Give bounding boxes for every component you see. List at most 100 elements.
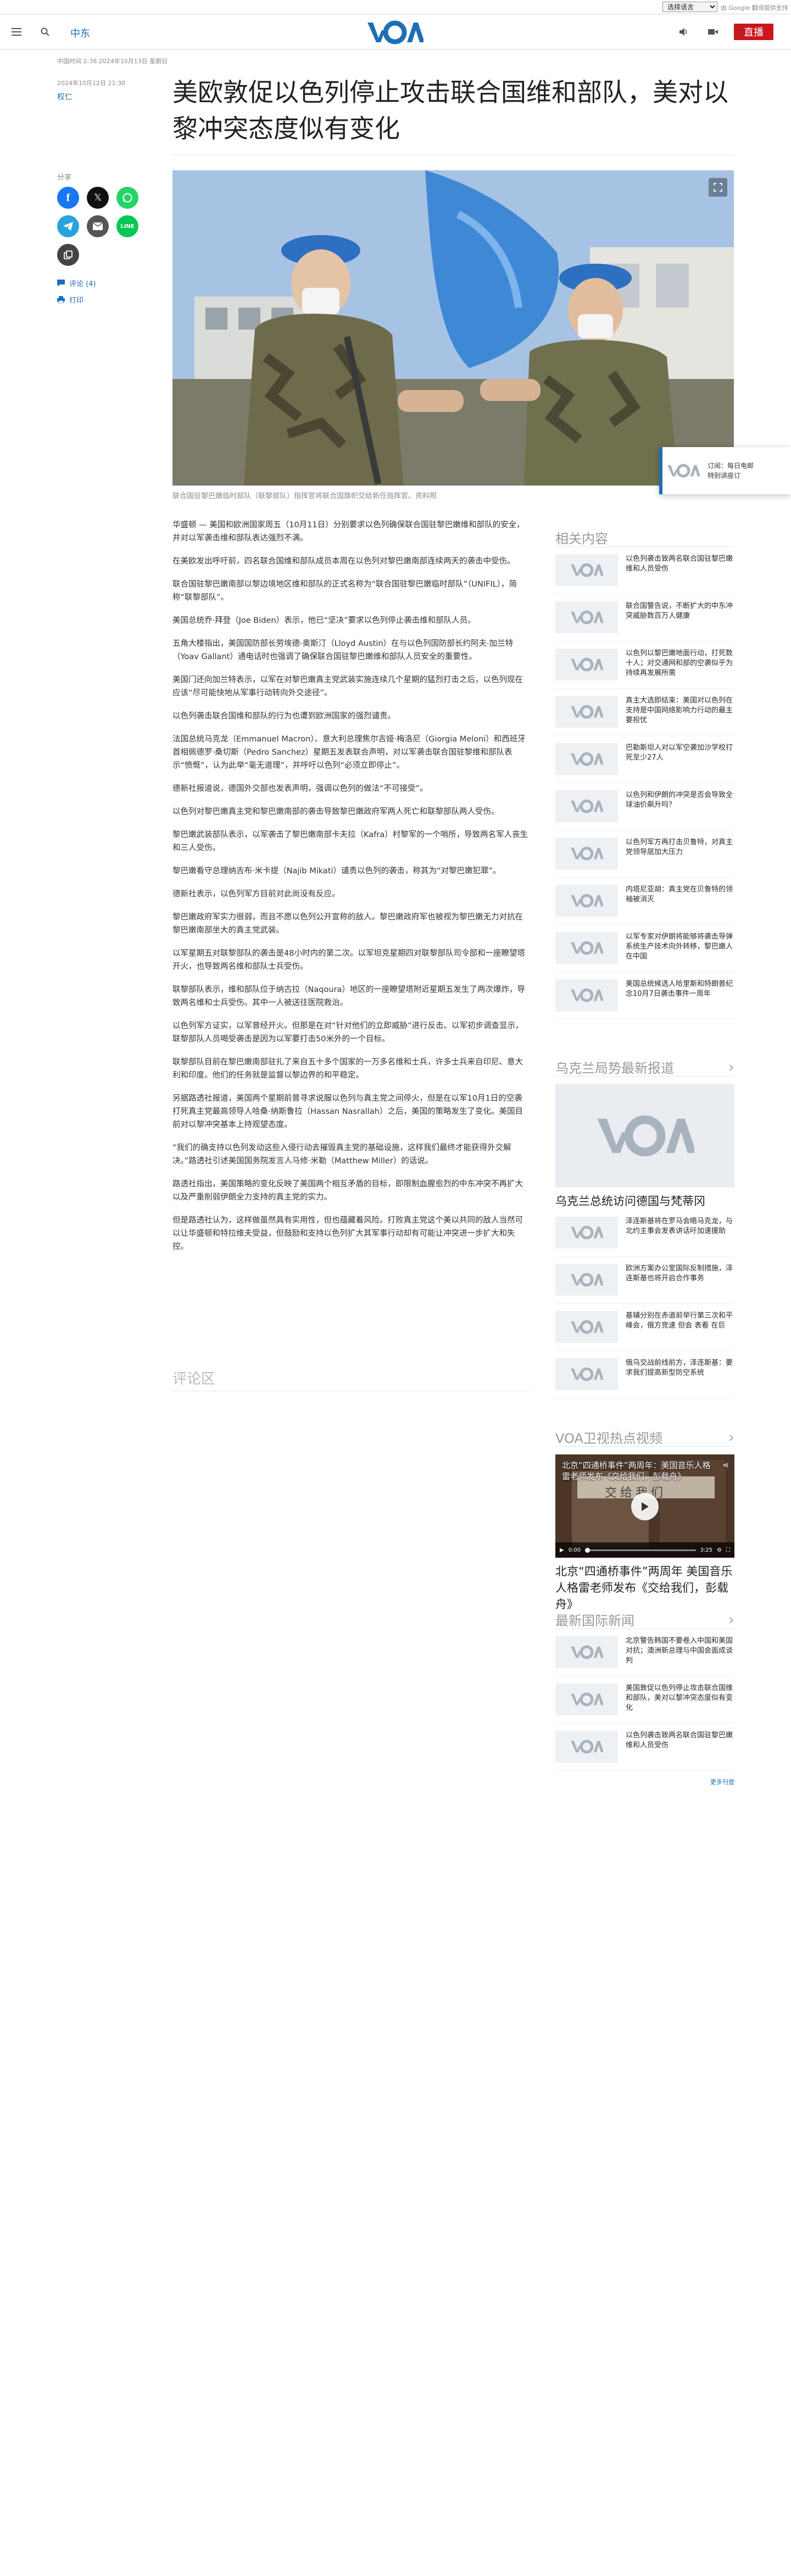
video-controls: ▶ 0:00 3:25 ⚙ ⛶: [555, 1542, 734, 1558]
play-button-icon[interactable]: [631, 1493, 659, 1520]
news-thumbnail[interactable]: [555, 838, 618, 869]
news-thumbnail[interactable]: [555, 1731, 618, 1763]
news-list-item[interactable]: 俄乌交战前线前方，泽连斯基：要求我们提高新型防空系统: [555, 1351, 734, 1398]
news-list-item[interactable]: 以色列袭击致两名联合国驻黎巴嫩维和人员受伤: [555, 1724, 734, 1771]
x-share-icon[interactable]: 𝕏: [87, 187, 109, 209]
news-thumbnail[interactable]: [555, 743, 618, 775]
news-list-item[interactable]: 欧洲方案办公室国际反制措施，泽连斯基也将开启合作事务: [555, 1257, 734, 1304]
settings-icon[interactable]: ⚙: [717, 1547, 722, 1553]
byline-link[interactable]: 权仁: [57, 91, 73, 102]
article-paragraph: 黎巴嫩看守总理纳吉布·米卡提（Najib Mikati）谴责以色列的袭击，称其为…: [172, 867, 501, 876]
news-thumbnail[interactable]: [555, 601, 618, 633]
region-link[interactable]: 中东: [70, 26, 90, 40]
news-list-item[interactable]: 以色列和伊朗的冲突是否会导致全球油价飙升吗？: [555, 783, 734, 830]
news-headline[interactable]: 内塔尼亚胡：真主党在贝鲁特的领袖被消灭: [626, 885, 734, 905]
search-icon[interactable]: [38, 25, 52, 38]
news-headline[interactable]: 联合国警告说，不断扩大的中东冲突威胁数百万人健康: [626, 601, 734, 621]
news-thumbnail[interactable]: [555, 649, 618, 681]
news-headline[interactable]: 以色列袭击致两名联合国驻黎巴嫩维和人员受伤: [626, 554, 734, 574]
ukraine-section: 乌克兰局势最新报道 › 乌克兰总统访问德国与梵蒂冈 泽连斯基将在罗马会晤马克龙，与…: [555, 1058, 734, 1398]
news-headline[interactable]: 美国总统候选人哈里斯和特朗普纪念10月7日袭击事件一周年: [626, 979, 734, 999]
news-headline[interactable]: 欧洲方案办公室国际反制措施，泽连斯基也将开启合作事务: [626, 1264, 734, 1284]
news-thumbnail[interactable]: [555, 1358, 618, 1390]
ukraine-feature-title[interactable]: 乌克兰总统访问德国与梵蒂冈: [555, 1193, 734, 1209]
news-list-item[interactable]: 以色列军方再打击贝鲁特，对真主党领导层加大压力: [555, 830, 734, 878]
intl-heading[interactable]: 最新国际新闻 ›: [555, 1610, 734, 1629]
hero-image: [172, 170, 734, 486]
news-list-item[interactable]: 美国总统候选人哈里斯和特朗普纪念10月7日袭击事件一周年: [555, 972, 734, 1019]
news-headline[interactable]: 以色列军方再打击贝鲁特，对真主党领导层加大压力: [626, 838, 734, 857]
news-list-item[interactable]: 巴勒斯坦人对以军空袭加沙学校打死至少27人: [555, 736, 734, 783]
news-headline[interactable]: 以军专家对伊朗将能够将袭击导弹系统生产技术向外转移，黎巴嫩人在中国: [626, 932, 734, 962]
copy-link-icon[interactable]: [57, 244, 79, 266]
fullscreen-icon[interactable]: [709, 178, 727, 197]
news-thumbnail[interactable]: [555, 1217, 618, 1248]
news-list-item[interactable]: 基辅分别在赤道前举行第三次和平峰会，俄方竞速 但会 表看 在巨: [555, 1304, 734, 1351]
news-headline[interactable]: 以色列袭击致两名联合国驻黎巴嫩维和人员受伤: [626, 1731, 734, 1750]
chevron-right-icon: ›: [728, 1428, 734, 1446]
more-link[interactable]: 更多刊登: [555, 1777, 734, 1786]
video-heading[interactable]: VOA卫视热点视频 ›: [555, 1428, 734, 1447]
telegram-share-icon[interactable]: [57, 215, 79, 237]
fullscreen-icon[interactable]: ⛶: [726, 1547, 730, 1553]
news-list-item[interactable]: 泽连斯基将在罗马会晤马克龙，与北约主事会发表讲话吁加速援助: [555, 1209, 734, 1257]
share-icon[interactable]: ⋖: [722, 1461, 729, 1470]
news-list-item[interactable]: 以色列以黎巴嫩地面行动，打死数十人；对交通网和部的空袭似乎为持续再发展所需: [555, 642, 734, 689]
news-headline[interactable]: 巴勒斯坦人对以军空袭加沙学校打死至少27人: [626, 743, 734, 763]
article-paragraph: 以色列对黎巴嫩真主党和黎巴嫩南部的袭击导致黎巴嫩政府军两人死亡和联黎部队两人受伤…: [172, 807, 499, 816]
news-list-item[interactable]: 真主大选即结束：美国对以色列在支持是中国网络影响力行动的最主要担忧: [555, 689, 734, 736]
news-thumbnail[interactable]: [555, 1264, 618, 1296]
line-share-icon[interactable]: LINE: [116, 215, 138, 237]
news-headline[interactable]: 美国敦促以色列停止攻击联合国维和部队，美对以黎冲突态度似有变化: [626, 1683, 734, 1713]
news-thumbnail[interactable]: [555, 554, 618, 586]
article-paragraph: 黎巴嫩政府军实力很弱，而且不愿以色列公开宣称的敌人。黎巴嫩政府军也被视为黎巴嫩无…: [172, 913, 523, 935]
menu-icon[interactable]: [10, 25, 23, 38]
subscribe-popup[interactable]: 订阅：每日电邮 特别讲座订: [659, 447, 791, 494]
ukraine-feature-thumbnail[interactable]: [555, 1084, 734, 1187]
audio-icon[interactable]: [677, 25, 690, 38]
article-paragraph: 法国总统马克龙（Emmanuel Macron）、意大利总理焦尔吉娅·梅洛尼（G…: [172, 735, 526, 770]
video-caption[interactable]: 北京“四通桥事件”两周年 美国音乐人格雷老师发布《交给我们，彭载舟》: [555, 1563, 734, 1613]
whatsapp-share-icon[interactable]: [116, 187, 138, 209]
news-thumbnail[interactable]: [555, 932, 618, 964]
news-thumbnail[interactable]: [555, 790, 618, 822]
news-thumbnail[interactable]: [555, 1683, 618, 1715]
news-list-item[interactable]: 美国敦促以色列停止攻击联合国维和部队，美对以黎冲突态度似有变化: [555, 1676, 734, 1724]
news-headline[interactable]: 泽连斯基将在罗马会晤马克龙，与北约主事会发表讲话吁加速援助: [626, 1217, 734, 1236]
news-list-item[interactable]: 以色列袭击致两名联合国驻黎巴嫩维和人员受伤: [555, 547, 734, 594]
intl-section: 最新国际新闻 › 北京警告韩国不要卷入中国和美国对抗；澳洲新总理与中国会面成谈判美…: [555, 1610, 734, 1786]
news-headline[interactable]: 北京警告韩国不要卷入中国和美国对抗；澳洲新总理与中国会面成谈判: [626, 1636, 734, 1666]
news-list-item[interactable]: 联合国警告说，不断扩大的中东冲突威胁数百万人健康: [555, 594, 734, 642]
news-headline[interactable]: 真主大选即结束：美国对以色列在支持是中国网络影响力行动的最主要担忧: [626, 696, 734, 726]
news-list-item[interactable]: 内塔尼亚胡：真主党在贝鲁特的领袖被消灭: [555, 878, 734, 925]
voa-logo[interactable]: [366, 20, 425, 44]
news-thumbnail[interactable]: [555, 696, 618, 728]
news-thumbnail[interactable]: [555, 979, 618, 1011]
news-headline[interactable]: 以色列以黎巴嫩地面行动，打死数十人；对交通网和部的空袭似乎为持续再发展所需: [626, 649, 734, 678]
article-paragraph: 以军星期五对联黎部队的袭击是48小时内的第二次。以军坦克星期四对联黎部队司令部和…: [172, 949, 525, 971]
live-button[interactable]: 直播: [734, 24, 773, 40]
print-link[interactable]: 打印: [57, 294, 83, 305]
comments-link[interactable]: 评论 (4): [57, 278, 96, 288]
news-headline[interactable]: 以色列和伊朗的冲突是否会导致全球油价飙升吗？: [626, 790, 734, 810]
video-progress-bar[interactable]: [585, 1547, 696, 1553]
news-list-item[interactable]: 以军专家对伊朗将能够将袭击导弹系统生产技术向外转移，黎巴嫩人在中国: [555, 925, 734, 972]
ukraine-heading[interactable]: 乌克兰局势最新报道 ›: [555, 1058, 734, 1077]
related-section: 相关内容 以色列袭击致两名联合国驻黎巴嫩维和人员受伤 联合国警告说，不断扩大的中东…: [555, 528, 734, 1019]
news-headline[interactable]: 基辅分别在赤道前举行第三次和平峰会，俄方竞速 但会 表看 在巨: [626, 1311, 734, 1331]
language-select[interactable]: 选择语言: [662, 2, 717, 12]
article-paragraph: 以色列军方证实，以军曾经开火。但那是在对“针对他们的立即威胁”进行反击。以军初步…: [172, 1022, 523, 1044]
video-player[interactable]: 北京“四通桥事件”两周年：美国音乐人格雷老师发布《交给我们，彭载舟》 交给我们 …: [555, 1454, 734, 1558]
news-list-item[interactable]: 北京警告韩国不要卷入中国和美国对抗；澳洲新总理与中国会面成谈判: [555, 1629, 734, 1676]
play-icon[interactable]: ▶: [560, 1547, 564, 1553]
news-thumbnail[interactable]: [555, 885, 618, 917]
video-time-current: 0:00: [568, 1547, 581, 1553]
page-title: 美欧敦促以色列停止攻击联合国维和部队，美对以黎冲突态度似有变化: [172, 77, 728, 143]
video-icon[interactable]: [706, 25, 720, 38]
news-thumbnail[interactable]: [555, 1311, 618, 1343]
article-paragraph: 德新社报道说，德国外交部也发表声明，强调以色列的做法“不可接受”。: [172, 784, 428, 793]
news-headline[interactable]: 俄乌交战前线前方，泽连斯基：要求我们提高新型防空系统: [626, 1358, 734, 1378]
email-share-icon[interactable]: [87, 215, 109, 237]
news-thumbnail[interactable]: [555, 1636, 618, 1668]
facebook-share-icon[interactable]: f: [57, 187, 79, 209]
